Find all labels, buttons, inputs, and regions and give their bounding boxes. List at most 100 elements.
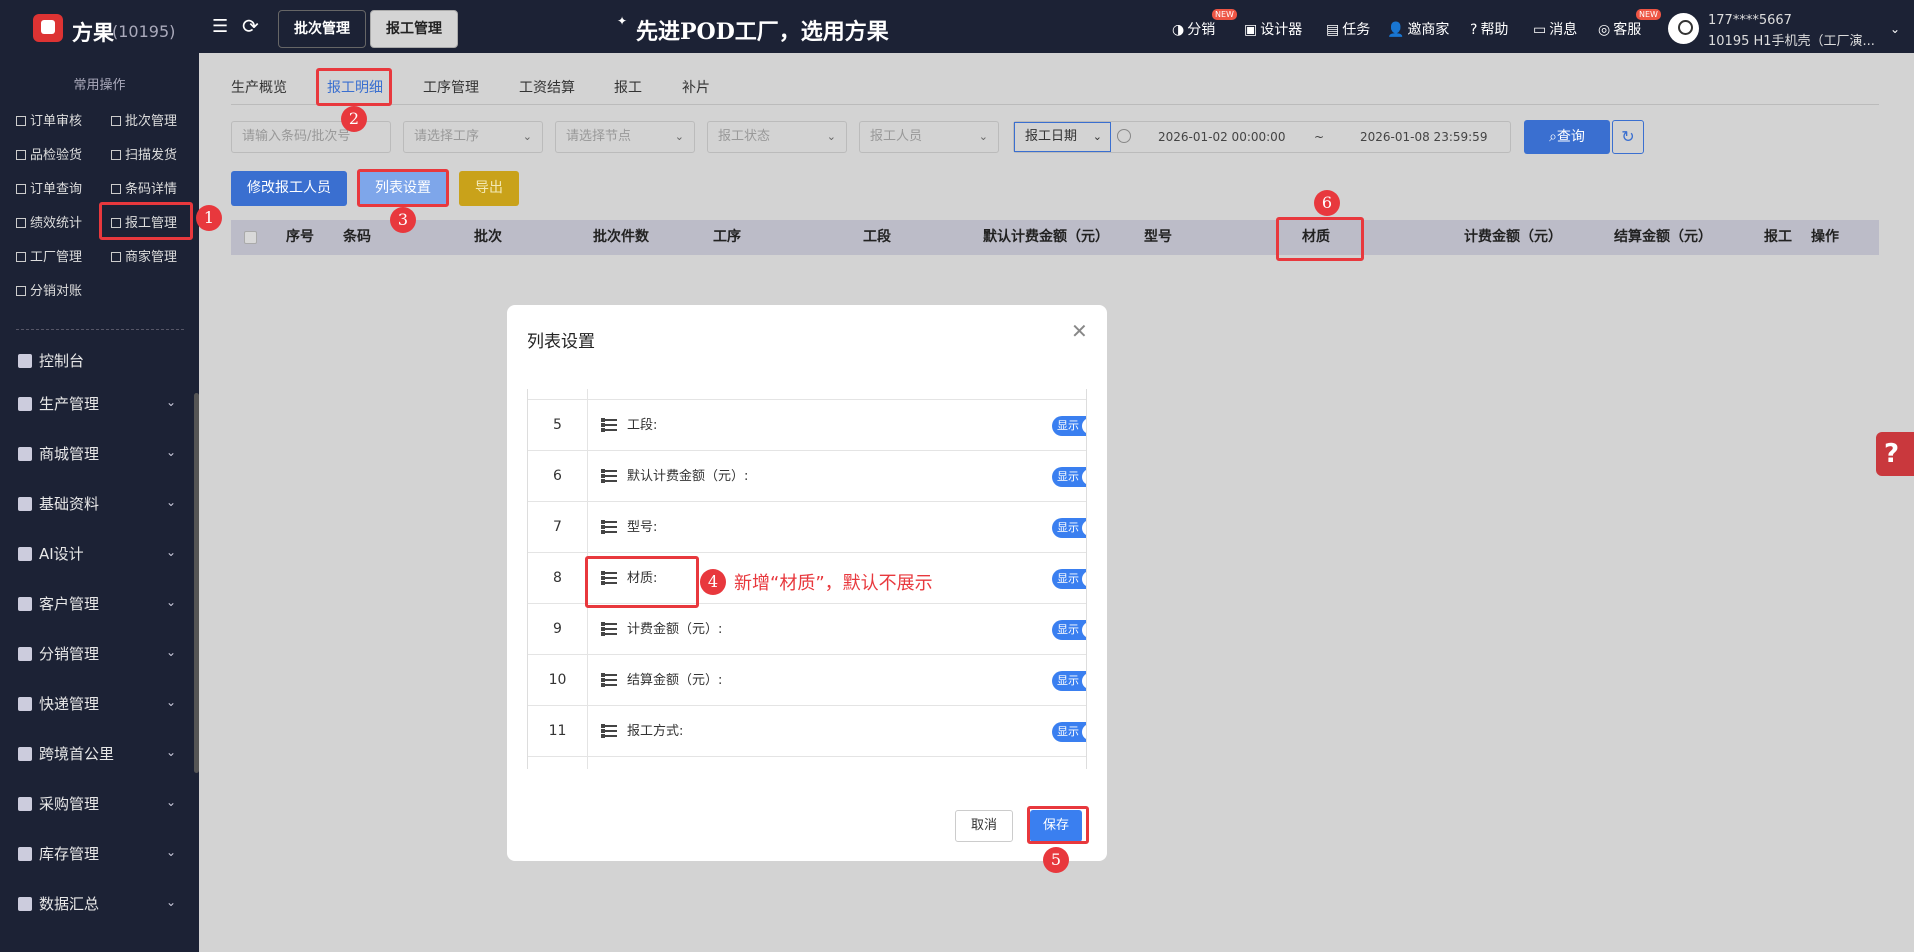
date-type-select[interactable]: 报工日期 ⌄ xyxy=(1014,122,1111,152)
chevron-down-icon[interactable]: ⌄ xyxy=(1890,22,1900,36)
sparkle-icon: ✦ xyxy=(617,14,628,28)
subtab-patch[interactable]: 补片 xyxy=(682,77,710,97)
production-icon xyxy=(18,397,32,411)
floating-help-icon[interactable]: ? xyxy=(1876,432,1914,476)
column-label: 工段: xyxy=(627,418,658,433)
refresh-icon[interactable]: ⟳ xyxy=(242,16,262,36)
date-end[interactable]: 2026-01-08 23:59:59 xyxy=(1360,130,1487,144)
step-badge-6: 6 xyxy=(1314,190,1340,216)
quick-link-merchant[interactable]: 商家管理 xyxy=(111,246,177,265)
date-separator: ~ xyxy=(1314,130,1325,144)
invite-merchant-button[interactable]: 👤 邀商家 xyxy=(1387,19,1449,39)
visibility-toggle[interactable]: 显示 xyxy=(1052,518,1086,538)
sidebar-item-purchasing[interactable]: 采购管理 ⌄ xyxy=(18,793,176,817)
cancel-button[interactable]: 取消 xyxy=(955,810,1013,842)
drag-handle-icon[interactable] xyxy=(601,469,617,483)
visibility-toggle[interactable]: 显示 xyxy=(1052,671,1086,691)
visibility-toggle[interactable]: 显示 xyxy=(1052,620,1086,640)
process-select[interactable]: 请选择工序 ⌄ xyxy=(403,121,543,153)
sidebar-item-express[interactable]: 快递管理 ⌄ xyxy=(18,693,176,717)
user-org[interactable]: 10195 H1手机壳（工厂演... xyxy=(1708,30,1883,49)
table-row xyxy=(528,757,1086,769)
distribution-icon: ◑ xyxy=(1172,22,1185,38)
visibility-toggle[interactable]: 显示 xyxy=(1052,467,1086,487)
quick-actions-title: 常用操作 xyxy=(73,78,126,93)
quick-link-factory[interactable]: 工厂管理 xyxy=(16,246,82,265)
subtab-wage-settlement[interactable]: 工资结算 xyxy=(519,77,575,97)
highlight-box-4 xyxy=(585,556,699,608)
sidebar-item-customers[interactable]: 客户管理 ⌄ xyxy=(18,593,176,617)
column-process: 工序 xyxy=(713,229,741,245)
drag-handle-icon[interactable] xyxy=(601,724,617,738)
new-badge: NEW xyxy=(1636,9,1661,20)
customer-service-button[interactable]: ◎ 客服 xyxy=(1598,19,1641,39)
quick-link-reconciliation[interactable]: 分销对账 xyxy=(16,280,82,299)
quick-link-performance[interactable]: 绩效统计 xyxy=(16,212,82,231)
customer-icon xyxy=(18,597,32,611)
node-select[interactable]: 请选择节点 ⌄ xyxy=(555,121,695,153)
column-index: 序号 xyxy=(286,229,314,245)
help-button[interactable]: ? 帮助 xyxy=(1470,19,1508,39)
user-avatar[interactable] xyxy=(1668,13,1699,44)
date-start[interactable]: 2026-01-02 00:00:00 xyxy=(1158,130,1285,144)
sidebar-item-ai-design[interactable]: AI设计 ⌄ xyxy=(18,543,176,567)
sidebar-item-inventory[interactable]: 库存管理 ⌄ xyxy=(18,843,176,867)
row-number: 5 xyxy=(528,400,588,451)
distribution-button[interactable]: ◑ 分销 xyxy=(1172,19,1215,39)
close-icon[interactable]: ✕ xyxy=(1071,319,1088,343)
sidebar-item-dashboard[interactable]: 控制台 xyxy=(18,350,176,374)
quick-link-order-query[interactable]: 订单查询 xyxy=(16,178,82,197)
drag-handle-icon[interactable] xyxy=(601,673,617,687)
sidebar-item-basic-data[interactable]: 基础资料 ⌄ xyxy=(18,493,176,517)
subtab-report[interactable]: 报工 xyxy=(614,77,642,97)
drag-handle-icon[interactable] xyxy=(601,622,617,636)
modify-worker-button[interactable]: 修改报工人员 xyxy=(231,171,347,206)
brand-logo xyxy=(33,14,63,42)
quick-link-batch[interactable]: 批次管理 xyxy=(111,110,177,129)
message-icon: ▭ xyxy=(1533,22,1547,38)
tab-batch-management[interactable]: 批次管理 xyxy=(278,10,366,48)
message-button[interactable]: ▭ 消息 xyxy=(1533,19,1577,39)
quick-link-order-review[interactable]: 订单审核 xyxy=(16,110,82,129)
hamburger-menu-icon[interactable]: ☰ xyxy=(212,18,232,36)
column-barcode: 条码 xyxy=(343,229,371,245)
select-all-checkbox[interactable] xyxy=(244,231,257,244)
subtab-process-management[interactable]: 工序管理 xyxy=(423,77,479,97)
row-number: 8 xyxy=(528,553,588,604)
table-row: 5 工段: 显示 xyxy=(528,400,1086,451)
drag-handle-icon[interactable] xyxy=(601,418,617,432)
column-actions: 操作 xyxy=(1811,229,1839,245)
query-button[interactable]: ⌕查询 xyxy=(1524,120,1610,154)
chevron-down-icon: ⌄ xyxy=(978,130,988,143)
sidebar-item-cross-border[interactable]: 跨境首公里 ⌄ xyxy=(18,743,176,767)
column-label: 报工方式: xyxy=(627,724,684,739)
highlight-box-5 xyxy=(1027,806,1089,844)
chevron-down-icon: ⌄ xyxy=(165,495,176,509)
worker-select[interactable]: 报工人员 ⌄ xyxy=(859,121,999,153)
export-button[interactable]: 导出 xyxy=(459,171,519,206)
visibility-toggle[interactable]: 显示 xyxy=(1052,722,1086,742)
sidebar-item-mall[interactable]: 商城管理 ⌄ xyxy=(18,443,176,467)
quick-link-scan-ship[interactable]: 扫描发货 xyxy=(111,144,177,163)
drag-handle-icon[interactable] xyxy=(601,520,617,534)
chevron-down-icon: ⌄ xyxy=(165,845,176,859)
tabs-divider xyxy=(231,104,1879,105)
sidebar-item-production[interactable]: 生产管理 ⌄ xyxy=(18,393,176,417)
visibility-toggle[interactable]: 显示 xyxy=(1052,416,1086,436)
tab-report-management[interactable]: 报工管理 xyxy=(370,10,458,48)
chevron-down-icon: ⌄ xyxy=(165,545,176,559)
visibility-toggle[interactable]: 显示 xyxy=(1052,569,1086,589)
quick-link-barcode[interactable]: 条码详情 xyxy=(111,178,177,197)
status-select[interactable]: 报工状态 ⌄ xyxy=(707,121,847,153)
sidebar-item-data-summary[interactable]: 数据汇总 ⌄ xyxy=(18,893,176,917)
designer-button[interactable]: ▣ 设计器 xyxy=(1244,19,1302,39)
barcode-icon xyxy=(111,184,121,194)
table-row: 6 默认计费金额（元）: 显示 xyxy=(528,451,1086,502)
quick-link-inspection[interactable]: 品检验货 xyxy=(16,144,82,163)
globe-icon xyxy=(18,747,32,761)
sidebar-item-distribution[interactable]: 分销管理 ⌄ xyxy=(18,643,176,667)
reset-button[interactable]: ↻ xyxy=(1612,120,1644,154)
barcode-input[interactable]: 请输入条码/批次号 xyxy=(231,121,391,153)
task-button[interactable]: ▤ 任务 xyxy=(1326,19,1370,39)
subtab-production-overview[interactable]: 生产概览 xyxy=(231,77,287,97)
